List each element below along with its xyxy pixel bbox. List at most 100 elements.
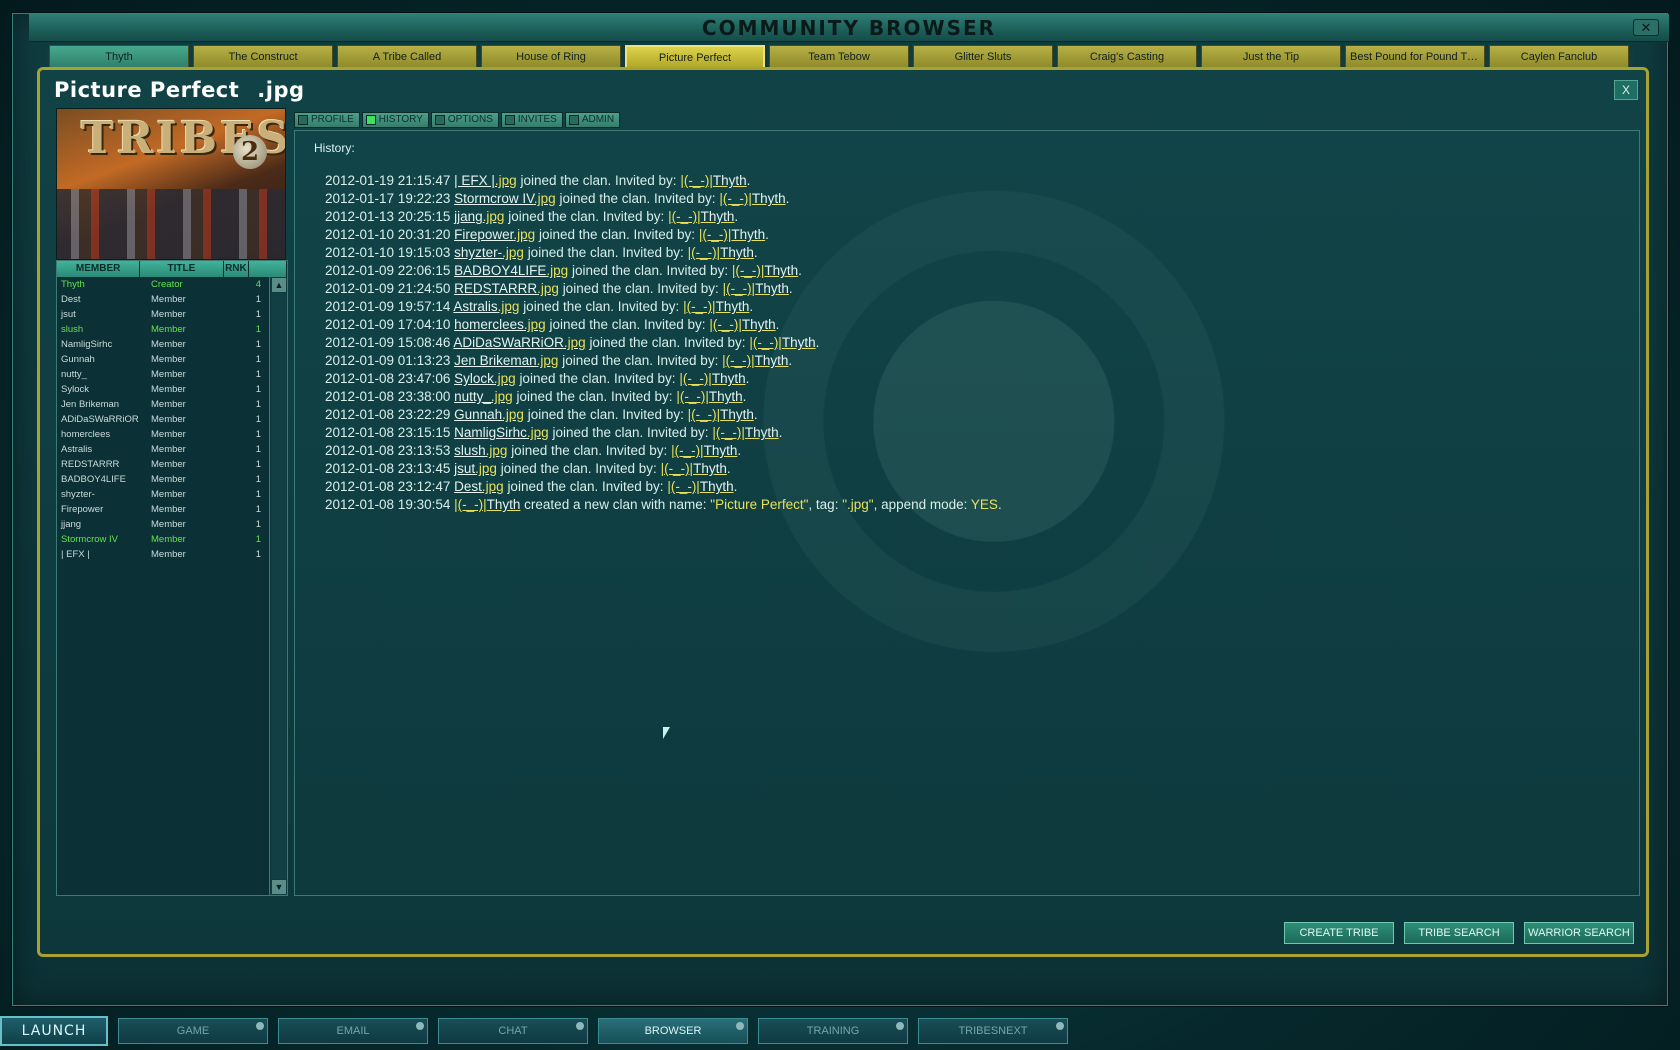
inviter-link[interactable]: |(-_-)|Thyth — [709, 317, 775, 332]
member-link[interactable]: NamligSirhc.jpg — [454, 425, 549, 440]
member-row[interactable]: REDSTARRR Member 1 — [57, 457, 269, 472]
member-row[interactable]: ADiDaSWaRRiOR Member 1 — [57, 412, 269, 427]
tribe-tab[interactable]: House of Ring — [481, 45, 621, 67]
nav-email[interactable]: EMAIL — [278, 1018, 428, 1044]
member-link[interactable]: BADBOY4LIFE.jpg — [454, 263, 568, 278]
nav-browser[interactable]: BROWSER — [598, 1018, 748, 1044]
inviter-link[interactable]: |(-_-)|Thyth — [661, 461, 727, 476]
tribe-tab[interactable]: Caylen Fanclub — [1489, 45, 1629, 67]
tribe-search-button[interactable]: TRIBE SEARCH — [1404, 922, 1514, 944]
member-link[interactable]: nutty_.jpg — [454, 389, 513, 404]
tribe-tab[interactable]: Best Pound for Pound Trib... — [1345, 45, 1485, 67]
inviter-link[interactable]: |(-_-)|Thyth — [719, 191, 785, 206]
tribe-tab[interactable]: Team Tebow — [769, 45, 909, 67]
member-row[interactable]: homerclees Member 1 — [57, 427, 269, 442]
inviter-link[interactable]: |(-_-)|Thyth — [668, 209, 734, 224]
nav-game[interactable]: GAME — [118, 1018, 268, 1044]
inviter-link[interactable]: |(-_-)|Thyth — [688, 407, 754, 422]
member-link[interactable]: Astralis.jpg — [453, 299, 519, 314]
member-row[interactable]: slush Member 1 — [57, 322, 269, 337]
member-link-tag: .jpg — [494, 173, 517, 188]
member-row[interactable]: Jen Brikeman Member 1 — [57, 397, 269, 412]
tab-admin[interactable]: ADMIN — [564, 112, 621, 128]
inviter-link[interactable]: |(-_-)|Thyth — [749, 335, 815, 350]
member-row[interactable]: BADBOY4LIFE Member 1 — [57, 472, 269, 487]
inviter-link[interactable]: |(-_-)|Thyth — [699, 227, 765, 242]
rank-column-header[interactable]: RNK — [223, 261, 250, 277]
member-link[interactable]: slush.jpg — [454, 443, 507, 458]
member-row[interactable]: | EFX | Member 1 — [57, 547, 269, 562]
tribe-tab[interactable]: Glitter Sluts — [913, 45, 1053, 67]
nav-label: TRIBESNEXT — [958, 1025, 1028, 1037]
tab-history[interactable]: HISTORY — [361, 112, 429, 128]
member-row[interactable]: NamligSirhc Member 1 — [57, 337, 269, 352]
entry-time: 2012-01-09 19:57:14 — [325, 299, 451, 314]
member-row[interactable]: jjang Member 1 — [57, 517, 269, 532]
member-scrollbar[interactable]: ▲ ▼ — [269, 277, 287, 895]
inviter-link[interactable]: |(-_-)|Thyth — [671, 443, 737, 458]
member-link[interactable]: Gunnah.jpg — [454, 407, 524, 422]
tribe-tab[interactable]: A Tribe Called — [337, 45, 477, 67]
window-title: COMMUNITY BROWSER — [701, 16, 997, 40]
member-row[interactable]: Firepower Member 1 — [57, 502, 269, 517]
creator-link[interactable]: |(-_-)|Thyth — [454, 497, 520, 512]
join-text: joined the clan. Invited by: — [527, 407, 684, 422]
scroll-up-icon[interactable]: ▲ — [272, 278, 286, 292]
member-row[interactable]: shyzter- Member 1 — [57, 487, 269, 502]
member-link[interactable]: Firepower.jpg — [454, 227, 535, 242]
tribe-tab[interactable]: Picture Perfect — [625, 45, 765, 67]
member-link[interactable]: | EFX |.jpg — [454, 173, 517, 188]
member-row[interactable]: nutty_ Member 1 — [57, 367, 269, 382]
inviter-link[interactable]: |(-_-)|Thyth — [732, 263, 798, 278]
member-link[interactable]: homerclees.jpg — [454, 317, 546, 332]
scroll-track[interactable] — [272, 293, 286, 879]
inviter-link[interactable]: |(-_-)|Thyth — [683, 299, 749, 314]
member-row[interactable]: Gunnah Member 1 — [57, 352, 269, 367]
tab-invites[interactable]: INVITES — [500, 112, 563, 128]
inviter-link[interactable]: |(-_-)|Thyth — [688, 245, 754, 260]
history-entry-creation: 2012-01-08 19:30:54 |(-_-)|Thyth created… — [325, 496, 1002, 514]
inviter-link[interactable]: |(-_-)|Thyth — [679, 371, 745, 386]
member-row[interactable]: Stormcrow IV Member 1 — [57, 532, 269, 547]
tribe-tab[interactable]: Thyth — [49, 45, 189, 67]
member-row[interactable]: jsut Member 1 — [57, 307, 269, 322]
member-column-header[interactable]: MEMBER — [57, 261, 141, 277]
close-panel-button[interactable]: X — [1614, 80, 1638, 100]
inviter-link[interactable]: |(-_-)|Thyth — [722, 353, 788, 368]
member-link[interactable]: Jen Brikeman.jpg — [454, 353, 558, 368]
member-link[interactable]: shyzter-.jpg — [454, 245, 524, 260]
warrior-search-button[interactable]: WARRIOR SEARCH — [1524, 922, 1634, 944]
member-link[interactable]: jsut.jpg — [454, 461, 497, 476]
member-link-tag: .jpg — [502, 407, 524, 422]
member-link[interactable]: Stormcrow IV.jpg — [454, 191, 556, 206]
tribe-tab[interactable]: Just the Tip — [1201, 45, 1341, 67]
tribe-tab[interactable]: The Construct — [193, 45, 333, 67]
scroll-down-icon[interactable]: ▼ — [272, 880, 286, 894]
member-link[interactable]: ADiDaSWaRRiOR.jpg — [453, 335, 585, 350]
inviter-link[interactable]: |(-_-)|Thyth — [667, 479, 733, 494]
member-row[interactable]: Sylock Member 1 — [57, 382, 269, 397]
inviter-link[interactable]: |(-_-)|Thyth — [676, 389, 742, 404]
member-link[interactable]: Sylock.jpg — [454, 371, 516, 386]
member-link[interactable]: REDSTARRR.jpg — [454, 281, 559, 296]
title-column-header[interactable]: TITLE — [140, 261, 224, 277]
nav-tribesnext[interactable]: TRIBESNEXT — [918, 1018, 1068, 1044]
close-window-icon[interactable]: ✕ — [1633, 19, 1659, 36]
inviter-link[interactable]: |(-_-)|Thyth — [723, 281, 789, 296]
tribe-tab[interactable]: Craig's Casting — [1057, 45, 1197, 67]
nav-training[interactable]: TRAINING — [758, 1018, 908, 1044]
launch-button[interactable]: LAUNCH — [0, 1016, 108, 1046]
tab-profile[interactable]: PROFILE — [294, 112, 360, 128]
member-row[interactable]: Astralis Member 1 — [57, 442, 269, 457]
tab-options[interactable]: OPTIONS — [430, 112, 499, 128]
history-entry: 2012-01-08 23:47:06 Sylock.jpg joined th… — [325, 371, 750, 386]
member-link[interactable]: Dest.jpg — [454, 479, 504, 494]
nav-chat[interactable]: CHAT — [438, 1018, 588, 1044]
create-tribe-button[interactable]: CREATE TRIBE — [1284, 922, 1394, 944]
member-link[interactable]: jjang.jpg — [454, 209, 504, 224]
inviter-link[interactable]: |(-_-)|Thyth — [680, 173, 746, 188]
inviter-prefix: |(-_-)| — [687, 245, 721, 260]
inviter-link[interactable]: |(-_-)|Thyth — [712, 425, 778, 440]
member-row[interactable]: Dest Member 1 — [57, 292, 269, 307]
member-row[interactable]: Thyth Creator 4 — [57, 277, 269, 292]
